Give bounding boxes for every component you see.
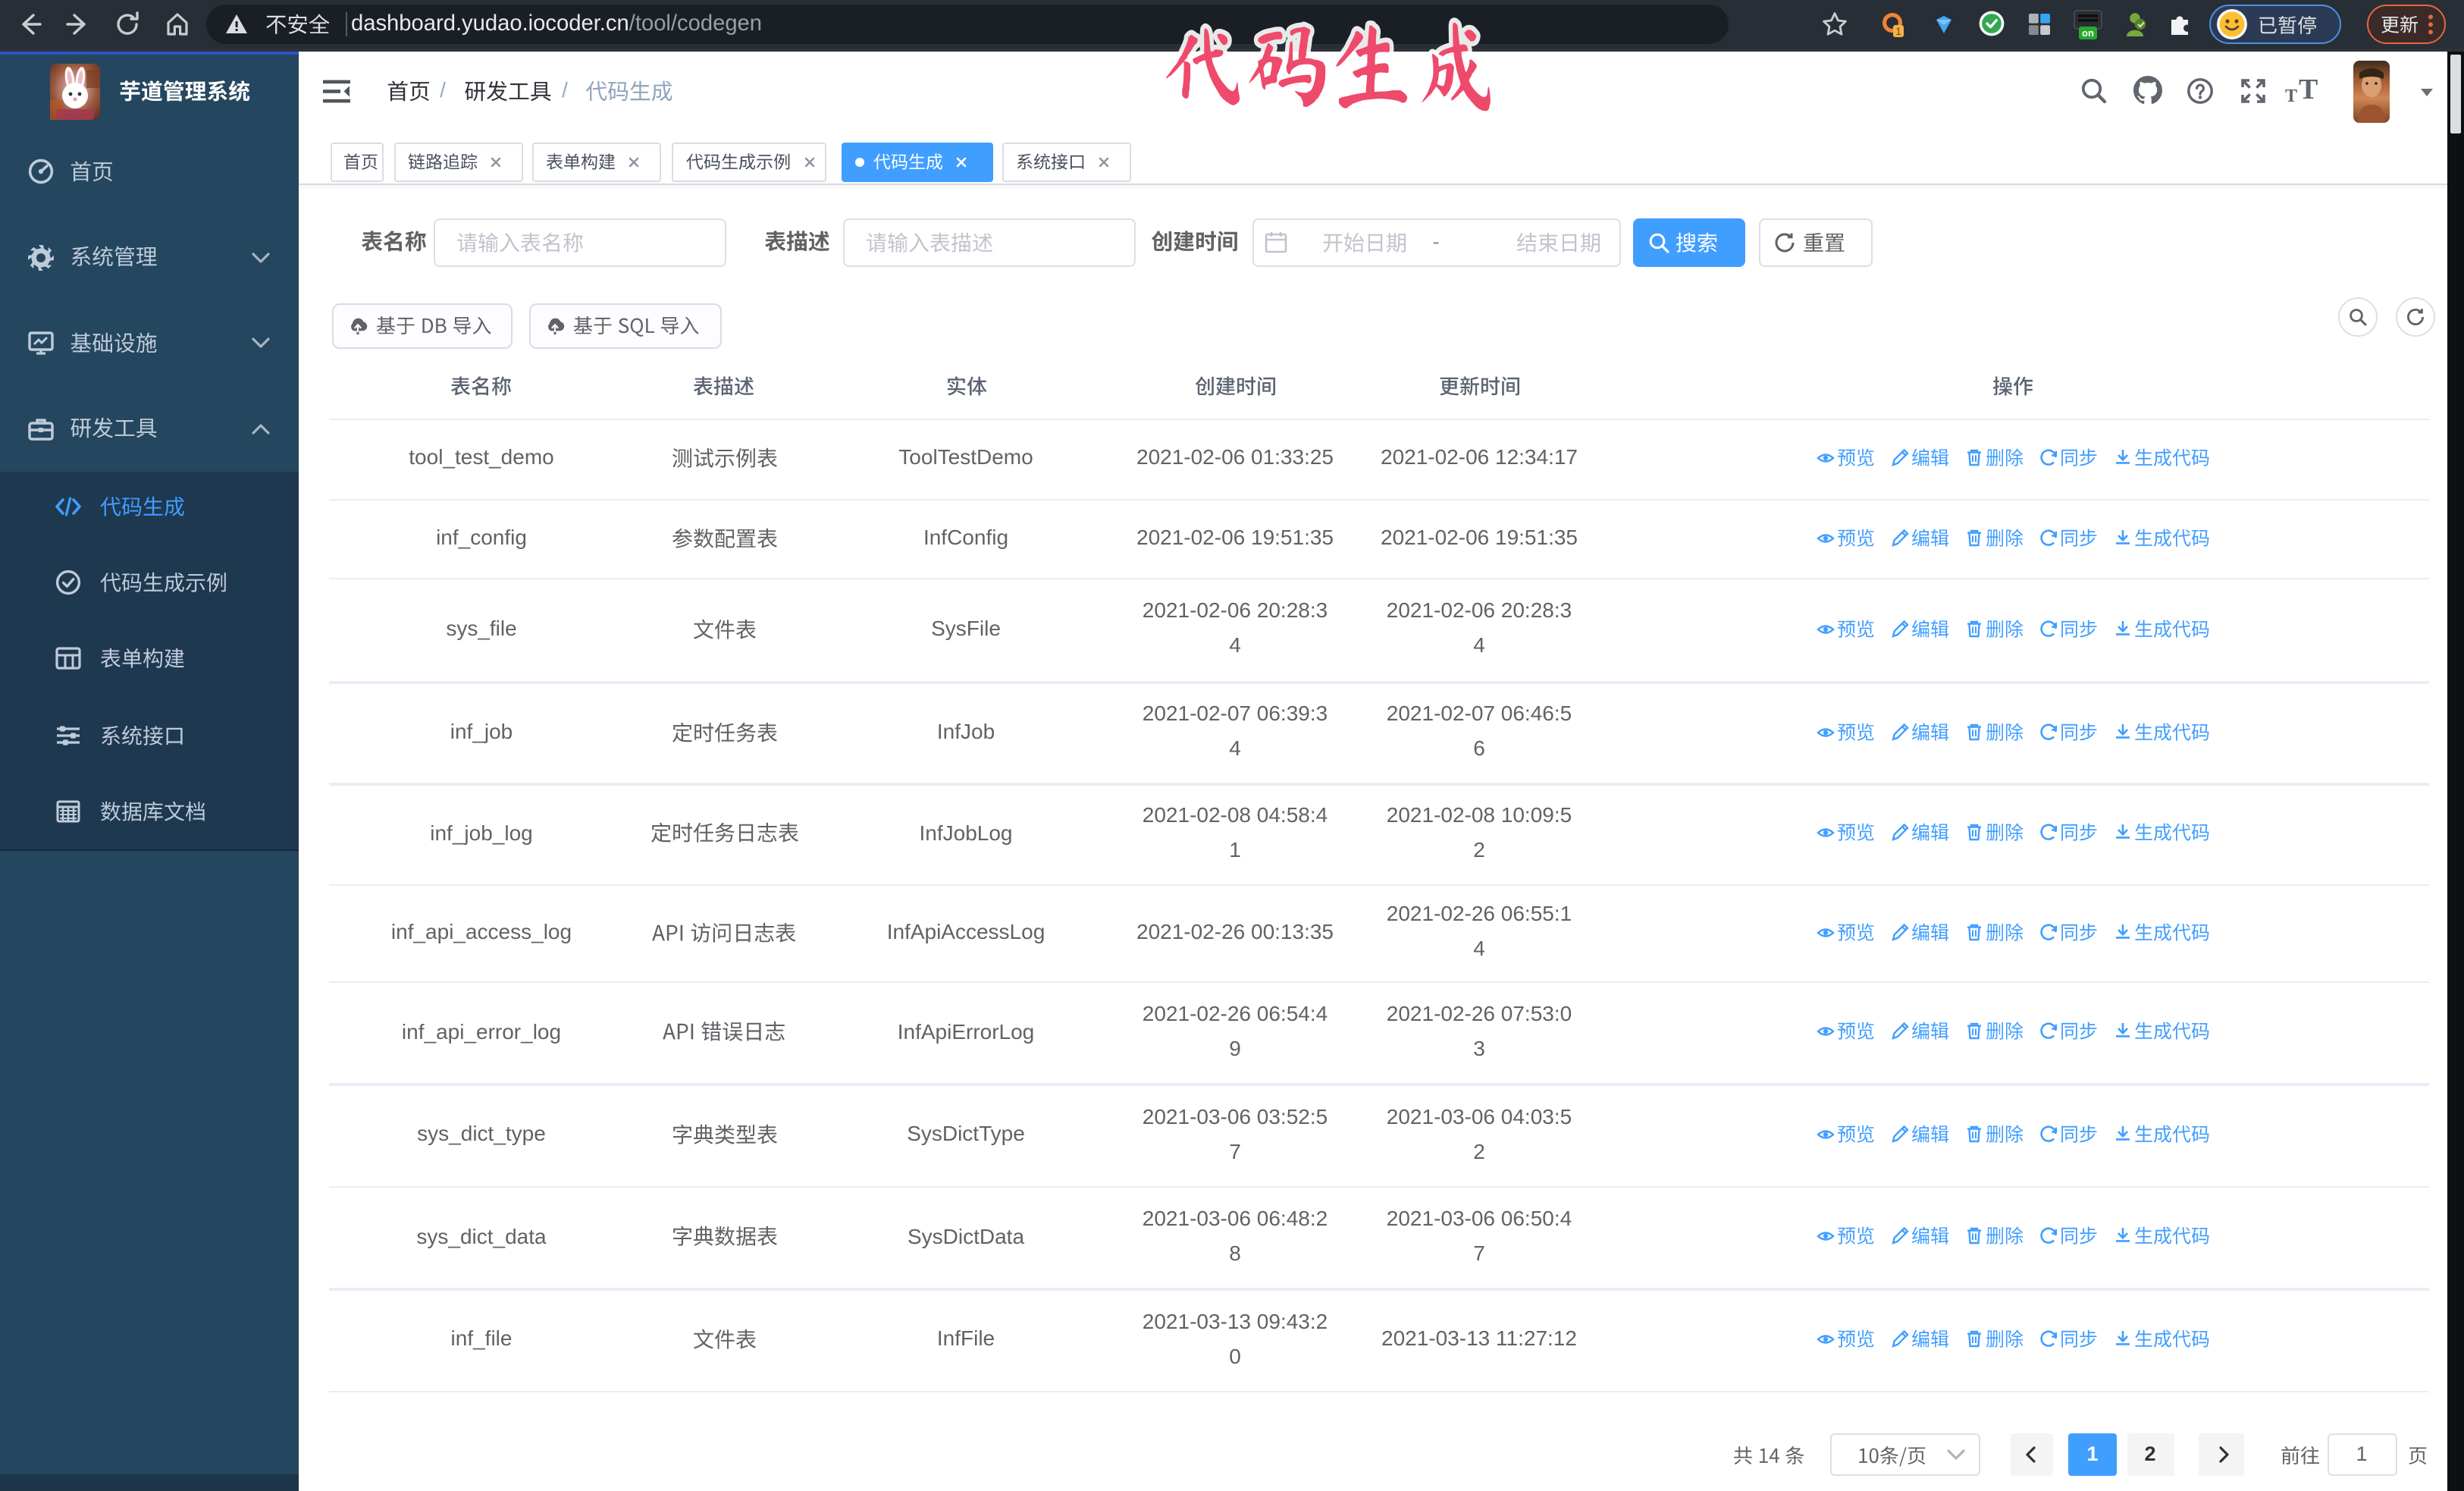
svg-text:on: on xyxy=(2082,27,2094,39)
svg-text:1: 1 xyxy=(1895,25,1901,37)
